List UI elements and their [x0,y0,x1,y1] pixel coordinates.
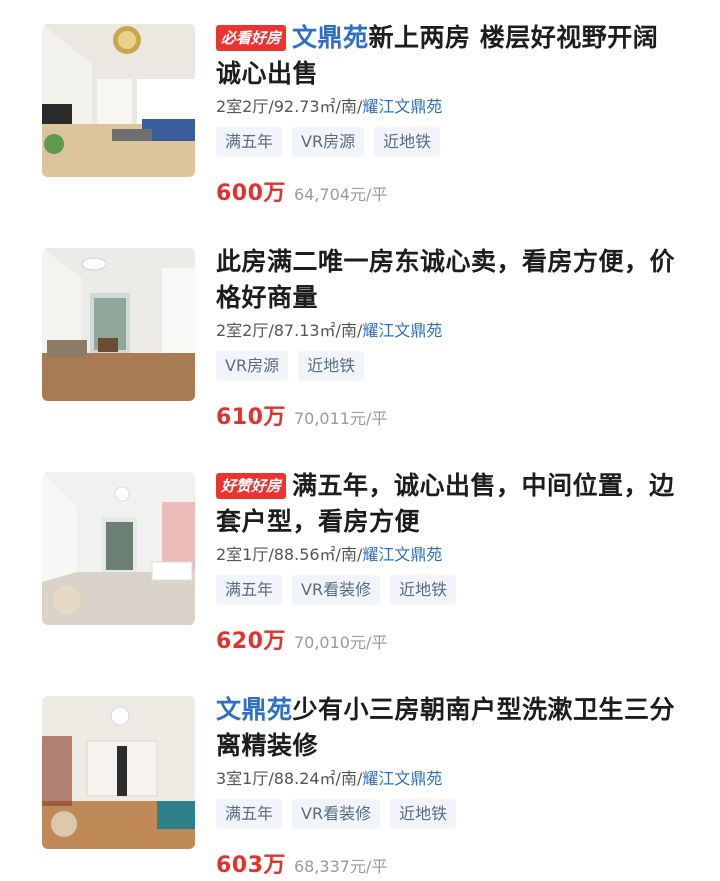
room-photo-1 [42,24,195,177]
total-price: 600万 [216,181,286,206]
listing-card[interactable]: 必看好房 文鼎苑新上两房 楼层好视野开阔 诚心出售 2室2厅/92.73㎡/南/耀… [0,23,720,248]
total-price: 620万 [216,629,286,654]
tag: VR房源 [292,127,365,157]
listing-title[interactable]: 文鼎苑少有小三房朝南户型洗漱卫生三分离精装修 [216,692,686,764]
layout-area-orientation: 3室1厅/88.24㎡/南/ [216,769,363,788]
room-photo-2 [42,248,195,401]
listing-title[interactable]: 好赞好房 满五年，诚心出售，中间位置，边套户型，看房方便 [216,468,686,540]
community-link[interactable]: 耀江文鼎苑 [362,321,442,340]
unit-price: 70,011元/平 [293,409,388,428]
tag: 满五年 [216,799,283,829]
unit-price: 64,704元/平 [293,185,388,204]
tag-list: VR房源 近地铁 [216,351,686,383]
listing-meta: 2室2厅/87.13㎡/南/耀江文鼎苑 [216,320,686,342]
recommend-badge: 好赞好房 [216,473,287,499]
listing-title[interactable]: 必看好房 文鼎苑新上两房 楼层好视野开阔 诚心出售 [216,20,686,92]
tag: VR房源 [216,351,289,381]
listing-card[interactable]: 文鼎苑少有小三房朝南户型洗漱卫生三分离精装修 3室1厅/88.24㎡/南/耀江文… [0,695,720,881]
layout-area-orientation: 2室2厅/87.13㎡/南/ [216,321,363,340]
title-text: 此房满二唯一房东诚心卖，看房方便，价格好商量 [216,247,676,312]
tag: 满五年 [216,575,283,605]
listing-meta: 2室2厅/92.73㎡/南/耀江文鼎苑 [216,96,686,118]
price-row: 603万 68,337元/平 [216,847,686,878]
listing-meta: 2室1厅/88.56㎡/南/耀江文鼎苑 [216,544,686,566]
room-photo-4 [42,696,195,849]
layout-area-orientation: 2室1厅/88.56㎡/南/ [216,545,363,564]
listing-meta: 3室1厅/88.24㎡/南/耀江文鼎苑 [216,768,686,790]
price-row: 600万 64,704元/平 [216,175,686,206]
recommend-badge: 必看好房 [216,25,287,51]
tag: 满五年 [216,127,283,157]
tag: 近地铁 [390,799,457,829]
listing-photo[interactable] [42,472,195,625]
total-price: 610万 [216,405,286,430]
layout-area-orientation: 2室2厅/92.73㎡/南/ [216,97,363,116]
community-link[interactable]: 耀江文鼎苑 [362,97,442,116]
listing-card[interactable]: 此房满二唯一房东诚心卖，看房方便，价格好商量 2室2厅/87.13㎡/南/耀江文… [0,247,720,472]
unit-price: 68,337元/平 [293,857,388,876]
listing-photo[interactable] [42,24,195,177]
title-keyword: 文鼎苑 [292,23,369,52]
community-link[interactable]: 耀江文鼎苑 [362,769,442,788]
tag: 近地铁 [390,575,457,605]
community-link[interactable]: 耀江文鼎苑 [362,545,442,564]
tag-list: 满五年 VR看装修 近地铁 [216,575,686,607]
price-row: 620万 70,010元/平 [216,623,686,654]
tag-list: 满五年 VR看装修 近地铁 [216,799,686,831]
listing-card[interactable]: 好赞好房 满五年，诚心出售，中间位置，边套户型，看房方便 2室1厅/88.56㎡/… [0,471,720,696]
tag: 近地铁 [374,127,441,157]
tag: VR看装修 [292,799,381,829]
listing-photo[interactable] [42,696,195,849]
listing-photo[interactable] [42,248,195,401]
tag: VR看装修 [292,575,381,605]
title-keyword: 文鼎苑 [216,695,293,724]
total-price: 603万 [216,853,286,878]
unit-price: 70,010元/平 [293,633,388,652]
tag: 近地铁 [298,351,365,381]
tag-list: 满五年 VR房源 近地铁 [216,127,686,159]
listing-title[interactable]: 此房满二唯一房东诚心卖，看房方便，价格好商量 [216,244,686,316]
room-photo-3 [42,472,195,625]
price-row: 610万 70,011元/平 [216,399,686,430]
